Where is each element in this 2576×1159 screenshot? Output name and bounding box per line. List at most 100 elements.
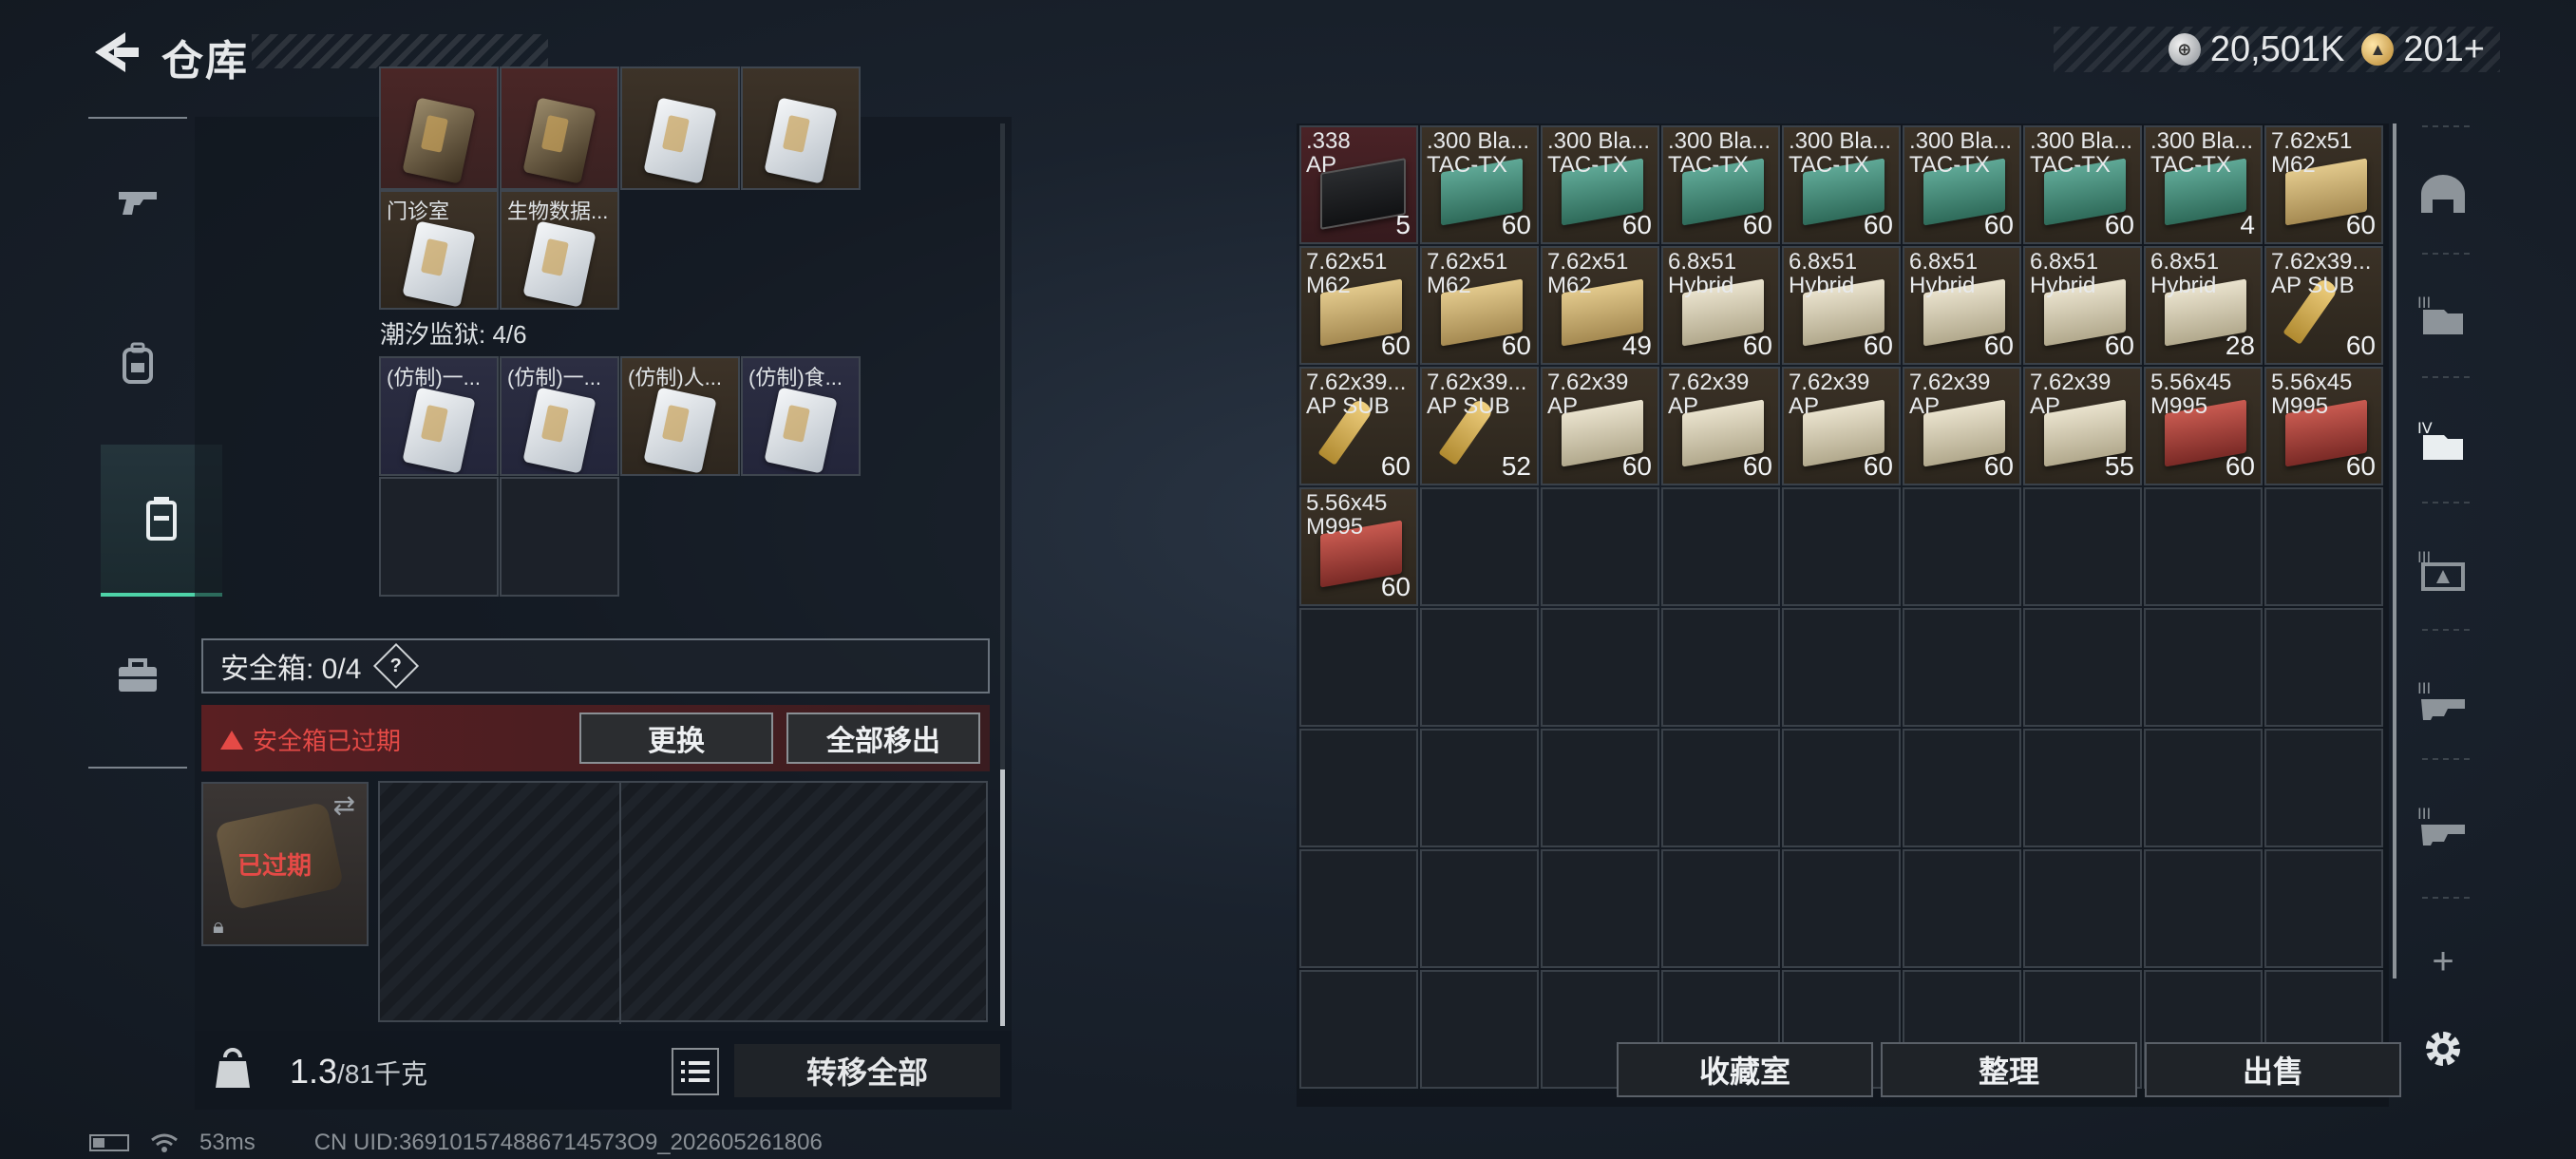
empty-slot[interactable]: [2264, 487, 2383, 606]
storage-item[interactable]: [379, 66, 499, 190]
empty-slot[interactable]: [1782, 608, 1901, 727]
inventory-item[interactable]: 5.56x45 M995 60: [1299, 487, 1418, 606]
inventory-item[interactable]: .338 AP 5: [1299, 125, 1418, 244]
inventory-item[interactable]: 7.62x39... AP SUB 52: [1420, 367, 1539, 485]
empty-slot[interactable]: [1661, 487, 1780, 606]
inventory-item[interactable]: .300 Bla... TAC-TX 60: [1903, 125, 2021, 244]
settings-button[interactable]: [2413, 1018, 2473, 1079]
empty-slot[interactable]: [2264, 729, 2383, 847]
inventory-item[interactable]: .300 Bla... TAC-TX 60: [1420, 125, 1539, 244]
inventory-item[interactable]: 6.8x51 Hybrid 60: [2023, 246, 2142, 365]
storage-item[interactable]: 门诊室: [379, 190, 499, 310]
storage-item[interactable]: [620, 66, 740, 190]
gold-currency[interactable]: ▲ 201+: [2361, 29, 2485, 70]
inventory-item[interactable]: 7.62x51 M62 49: [1541, 246, 1659, 365]
empty-slot[interactable]: [379, 477, 499, 597]
inventory-item[interactable]: .300 Bla... TAC-TX 4: [2144, 125, 2263, 244]
inventory-item[interactable]: 7.62x39 AP 60: [1903, 367, 2021, 485]
empty-slot[interactable]: [1420, 729, 1539, 847]
empty-slot[interactable]: [1541, 849, 1659, 968]
storage-item[interactable]: (仿制)一...: [500, 356, 619, 476]
empty-slot[interactable]: [2144, 849, 2263, 968]
empty-slot[interactable]: [1420, 487, 1539, 606]
empty-slot[interactable]: [1903, 729, 2021, 847]
rail-slot-7[interactable]: III: [2413, 796, 2473, 857]
silver-currency[interactable]: ⊕ 20,501K: [2168, 29, 2344, 70]
empty-slot[interactable]: [1299, 608, 1418, 727]
empty-slot[interactable]: [1541, 608, 1659, 727]
empty-slot[interactable]: [2023, 608, 2142, 727]
inventory-item[interactable]: 7.62x39 AP 60: [1541, 367, 1659, 485]
storage-item[interactable]: (仿制)食...: [741, 356, 861, 476]
empty-slot[interactable]: [2144, 729, 2263, 847]
empty-slot[interactable]: [2264, 849, 2383, 968]
inventory-item[interactable]: 5.56x45 M995 60: [2144, 367, 2263, 485]
empty-slot[interactable]: [1903, 487, 2021, 606]
add-slot-button[interactable]: +: [2413, 931, 2473, 992]
empty-slot[interactable]: [1661, 849, 1780, 968]
inventory-item[interactable]: 6.8x51 Hybrid 28: [2144, 246, 2263, 365]
rail-weapons[interactable]: [88, 152, 187, 251]
empty-slot[interactable]: [1782, 487, 1901, 606]
empty-slot[interactable]: [1299, 849, 1418, 968]
rail-backpack[interactable]: [88, 314, 187, 412]
empty-slot[interactable]: [1541, 729, 1659, 847]
inventory-item[interactable]: 7.62x39 AP 55: [2023, 367, 2142, 485]
sell-button[interactable]: 出售: [2145, 1042, 2401, 1097]
empty-slot[interactable]: [1903, 608, 2021, 727]
empty-slot[interactable]: [1541, 487, 1659, 606]
transfer-all-button[interactable]: 转移全部: [734, 1044, 1000, 1097]
rail-slot-5[interactable]: III: [2413, 540, 2473, 600]
rail-slot-3[interactable]: III: [2413, 285, 2473, 346]
empty-slot[interactable]: [1420, 608, 1539, 727]
swap-icon[interactable]: ⇄: [333, 789, 355, 821]
inventory-item[interactable]: 7.62x39 AP 60: [1782, 367, 1901, 485]
empty-slot[interactable]: [2144, 487, 2263, 606]
inventory-item[interactable]: 6.8x51 Hybrid 60: [1903, 246, 2021, 365]
storage-item[interactable]: 生物数据...: [500, 190, 619, 310]
collection-room-button[interactable]: 收藏室: [1617, 1042, 1873, 1097]
inventory-item[interactable]: .300 Bla... TAC-TX 60: [1782, 125, 1901, 244]
inventory-scrollbar-thumb[interactable]: [2393, 124, 2396, 978]
inventory-item[interactable]: .300 Bla... TAC-TX 60: [1541, 125, 1659, 244]
move-all-out-button[interactable]: 全部移出: [786, 712, 980, 764]
empty-slot[interactable]: [1782, 849, 1901, 968]
empty-slot[interactable]: [1299, 970, 1418, 1089]
inventory-item[interactable]: 7.62x39 AP 60: [1661, 367, 1780, 485]
empty-slot[interactable]: [1420, 849, 1539, 968]
inventory-item[interactable]: 6.8x51 Hybrid 60: [1782, 246, 1901, 365]
rail-briefcase[interactable]: [88, 627, 187, 726]
empty-slot[interactable]: [500, 477, 619, 597]
empty-slot[interactable]: [2144, 608, 2263, 727]
back-arrow-icon[interactable]: [87, 28, 141, 76]
inventory-item[interactable]: 7.62x51 M62 60: [1420, 246, 1539, 365]
empty-slot[interactable]: [2023, 849, 2142, 968]
empty-slot[interactable]: [1661, 729, 1780, 847]
inventory-item[interactable]: .300 Bla... TAC-TX 60: [2023, 125, 2142, 244]
storage-scrollbar-thumb[interactable]: [1000, 770, 1005, 1026]
empty-slot[interactable]: [1420, 970, 1539, 1089]
inventory-item[interactable]: 7.62x51 M62 60: [1299, 246, 1418, 365]
rail-slot-6[interactable]: III: [2413, 671, 2473, 732]
inventory-item[interactable]: 7.62x39... AP SUB 60: [1299, 367, 1418, 485]
list-view-button[interactable]: [672, 1048, 719, 1095]
empty-slot[interactable]: [2023, 487, 2142, 606]
inventory-item[interactable]: 6.8x51 Hybrid 60: [1661, 246, 1780, 365]
empty-slot[interactable]: [2023, 729, 2142, 847]
empty-slot[interactable]: [2264, 608, 2383, 727]
safebox-case-slot[interactable]: ⇄ 已过期 🔒︎: [201, 782, 369, 946]
storage-item[interactable]: [500, 66, 619, 190]
inventory-item[interactable]: 5.56x45 M995 60: [2264, 367, 2383, 485]
inventory-item[interactable]: .300 Bla... TAC-TX 60: [1661, 125, 1780, 244]
storage-item[interactable]: (仿制)人...: [620, 356, 740, 476]
inventory-item[interactable]: 7.62x39... AP SUB 60: [2264, 246, 2383, 365]
replace-button[interactable]: 更换: [579, 712, 773, 764]
rail-slot-4[interactable]: IV: [2413, 410, 2473, 471]
empty-slot[interactable]: [1903, 849, 2021, 968]
rail-helmet[interactable]: [2413, 163, 2473, 224]
empty-slot[interactable]: [1299, 729, 1418, 847]
empty-slot[interactable]: [1661, 608, 1780, 727]
organize-button[interactable]: 整理: [1881, 1042, 2137, 1097]
empty-slot[interactable]: [1782, 729, 1901, 847]
storage-item[interactable]: (仿制)一...: [379, 356, 499, 476]
